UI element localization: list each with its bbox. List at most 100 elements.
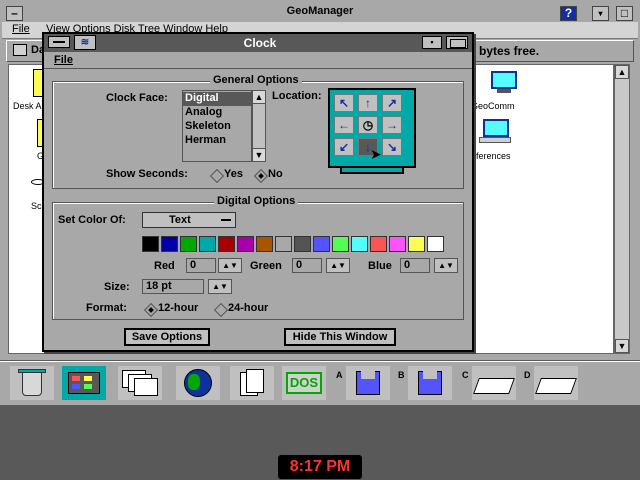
computer-icon[interactable] [491, 71, 517, 89]
dos-icon[interactable]: DOS [282, 366, 326, 400]
show-seconds-yes-label[interactable]: Yes [224, 168, 243, 180]
computer-icon-base [479, 137, 511, 143]
color-swatch[interactable] [332, 236, 349, 252]
minimize-button[interactable]: ▾ [592, 6, 609, 21]
trash-can-icon[interactable] [10, 366, 54, 400]
location-picker: ↖ ↑ ↗ ← ◷ → ↙ ↓ ↘ ➤ [328, 88, 416, 168]
hard-drive-c-icon[interactable] [472, 366, 516, 400]
free-space-text: bytes free. [479, 44, 540, 58]
arrow-downright-icon[interactable]: ↘ [382, 138, 402, 156]
maximize-button[interactable]: □ [616, 6, 633, 21]
clock-app-icon: ≋ [74, 35, 96, 50]
dropdown-icon [221, 219, 231, 221]
size-spinner[interactable]: ▲▼ [208, 279, 232, 294]
dos-label: DOS [286, 372, 322, 394]
color-swatch[interactable] [237, 236, 254, 252]
set-color-dropdown[interactable]: Text [142, 212, 236, 228]
color-swatch[interactable] [161, 236, 178, 252]
help-button[interactable]: ? [560, 6, 577, 21]
drive-icon[interactable] [13, 44, 27, 56]
clock-title: Clock [243, 36, 277, 50]
clock-face-list[interactable]: Digital Analog Skeleton Herman [182, 90, 252, 162]
arrow-downleft-icon[interactable]: ↙ [334, 138, 354, 156]
scroll-up-button[interactable]: ▲ [615, 65, 629, 79]
arrow-upright-icon[interactable]: ↗ [382, 94, 402, 112]
scroll-up-button[interactable]: ▲ [252, 90, 266, 104]
color-swatch[interactable] [256, 236, 273, 252]
drive-c-letter: C [462, 370, 469, 380]
drive-b-letter: B [398, 370, 405, 380]
hide-window-button[interactable]: Hide This Window [284, 328, 396, 346]
color-swatch[interactable] [199, 236, 216, 252]
size-label: Size: [104, 281, 130, 293]
computer-icon[interactable] [483, 119, 509, 137]
hard-drive-d-icon[interactable] [534, 366, 578, 400]
green-field[interactable]: 0 [292, 258, 322, 273]
mouse-cursor-icon: ➤ [370, 146, 382, 162]
item-label: Sc [31, 201, 42, 211]
digital-options-title: Digital Options [214, 195, 299, 207]
color-swatch[interactable] [313, 236, 330, 252]
list-item-skeleton[interactable]: Skeleton [183, 120, 251, 134]
floppy-drive-b-icon[interactable] [408, 366, 452, 400]
color-swatch[interactable] [351, 236, 368, 252]
list-item-analog[interactable]: Analog [183, 106, 251, 120]
drive-d-letter: D [524, 370, 531, 380]
set-color-value: Text [169, 214, 191, 226]
arrow-left-icon[interactable]: ← [334, 116, 354, 134]
taskbar: DOS A B C D [0, 361, 640, 405]
green-label: Green [250, 260, 282, 272]
red-spinner[interactable]: ▲▼ [218, 258, 242, 273]
clock-face-scrollbar[interactable]: ▲ ▼ [252, 90, 266, 162]
geomanager-titlebar[interactable]: – GeoManager ? ▾ □ [0, 3, 640, 21]
save-options-button[interactable]: Save Options [124, 328, 210, 346]
system-menu-button[interactable] [48, 36, 70, 48]
color-swatch[interactable] [370, 236, 387, 252]
arrow-right-icon[interactable]: → [382, 116, 402, 134]
general-options-title: General Options [210, 74, 302, 86]
size-field[interactable]: 18 pt [142, 279, 204, 294]
menu-file[interactable]: File [54, 54, 73, 66]
documents-icon[interactable] [230, 366, 274, 400]
scroll-down-button[interactable]: ▼ [615, 339, 629, 353]
globe-icon[interactable] [176, 366, 220, 400]
color-swatch[interactable] [180, 236, 197, 252]
clock-face-label: Clock Face: [106, 92, 168, 104]
green-spinner[interactable]: ▲▼ [326, 258, 350, 273]
color-swatch[interactable] [142, 236, 159, 252]
clock-center-icon[interactable]: ◷ [358, 116, 378, 134]
color-swatch[interactable] [275, 236, 292, 252]
minimize-button[interactable]: ▪ [422, 36, 442, 49]
list-item-herman[interactable]: Herman [183, 134, 251, 148]
red-field[interactable]: 0 [186, 258, 216, 273]
item-label: Desk A [13, 101, 42, 111]
menu-file[interactable]: File [12, 23, 30, 35]
color-swatch[interactable] [218, 236, 235, 252]
blue-spinner[interactable]: ▲▼ [434, 258, 458, 273]
blue-field[interactable]: 0 [400, 258, 430, 273]
format-label: Format: [86, 302, 127, 314]
location-monitor-stand [340, 168, 404, 174]
multi-window-icon[interactable] [118, 366, 162, 400]
window-switcher-icon[interactable] [62, 366, 106, 400]
format-12hour-label[interactable]: 12-hour [158, 302, 198, 314]
show-seconds-no-label[interactable]: No [268, 168, 283, 180]
clock-titlebar[interactable]: ≋ Clock ▪ [44, 34, 472, 52]
format-24hour-label[interactable]: 24-hour [228, 302, 268, 314]
color-swatch[interactable] [408, 236, 425, 252]
color-swatch[interactable] [389, 236, 406, 252]
location-label: Location: [272, 90, 322, 102]
list-item-digital[interactable]: Digital [183, 92, 251, 106]
blue-label: Blue [368, 260, 392, 272]
color-swatch[interactable] [294, 236, 311, 252]
scroll-down-button[interactable]: ▼ [252, 148, 266, 162]
color-swatch[interactable] [427, 236, 444, 252]
red-label: Red [154, 260, 175, 272]
floppy-drive-a-icon[interactable] [346, 366, 390, 400]
set-color-label: Set Color Of: [58, 214, 126, 226]
maximize-button[interactable] [446, 36, 468, 49]
clock-display[interactable]: 8:17 PM [278, 455, 362, 479]
arrow-up-icon[interactable]: ↑ [358, 94, 378, 112]
vertical-scrollbar[interactable]: ▲ ▼ [614, 64, 630, 354]
arrow-upleft-icon[interactable]: ↖ [334, 94, 354, 112]
